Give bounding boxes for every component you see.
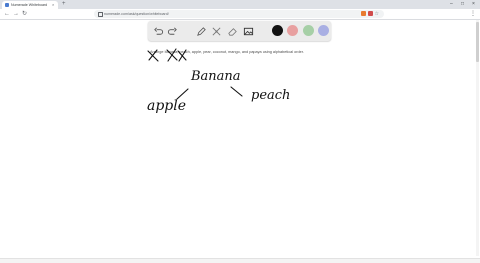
numerade-favicon-icon bbox=[5, 3, 9, 7]
lock-icon bbox=[98, 12, 103, 17]
right-branch-line bbox=[230, 86, 243, 97]
forward-button[interactable]: → bbox=[13, 10, 19, 18]
undo-icon[interactable] bbox=[152, 25, 164, 37]
back-button[interactable]: ← bbox=[4, 10, 10, 18]
image-icon[interactable] bbox=[242, 25, 254, 37]
eraser-icon[interactable] bbox=[226, 25, 238, 37]
bottom-edge bbox=[0, 258, 480, 263]
extension-icon[interactable] bbox=[368, 11, 373, 16]
color-swatch-black[interactable] bbox=[272, 25, 283, 36]
question-text: Arrange banana, peach, apple, pear, coco… bbox=[150, 50, 304, 54]
redo-icon[interactable] bbox=[166, 25, 178, 37]
color-swatch-pink[interactable] bbox=[287, 25, 298, 36]
tab-strip: Numerade Whiteboard × + – □ × bbox=[0, 0, 480, 9]
color-swatch-blue[interactable] bbox=[318, 25, 329, 36]
bookmark-star-icon[interactable]: ☆ bbox=[375, 10, 379, 18]
handwritten-left-word: apple bbox=[147, 98, 187, 114]
browser-menu-icon[interactable]: ⋮ bbox=[470, 9, 476, 19]
handwritten-right-word: peach bbox=[251, 88, 291, 103]
tab-title: Numerade Whiteboard bbox=[11, 3, 48, 7]
browser-tab[interactable]: Numerade Whiteboard × bbox=[2, 1, 58, 9]
new-tab-button[interactable]: + bbox=[62, 1, 66, 8]
handwritten-root-word: Banana bbox=[191, 69, 241, 84]
close-window-button[interactable]: × bbox=[472, 1, 475, 8]
maximize-button[interactable]: □ bbox=[461, 1, 464, 8]
color-swatch-green[interactable] bbox=[303, 25, 314, 36]
pen-icon[interactable] bbox=[195, 25, 207, 37]
tools-icon[interactable] bbox=[210, 25, 222, 37]
whiteboard-toolbar bbox=[148, 21, 331, 41]
url-text[interactable]: numerade.com/ask/question/whiteboard/ bbox=[104, 10, 169, 18]
browser-toolbar: ← → ↻ numerade.com/ask/question/whiteboa… bbox=[0, 9, 480, 20]
extension-icon[interactable] bbox=[361, 11, 366, 16]
reload-button[interactable]: ↻ bbox=[22, 10, 27, 18]
scrollbar-thumb[interactable] bbox=[476, 22, 479, 62]
address-bar[interactable]: numerade.com/ask/question/whiteboard/ ☆ bbox=[94, 10, 384, 18]
tab-close-icon[interactable]: × bbox=[52, 1, 54, 9]
minimize-button[interactable]: – bbox=[450, 1, 453, 8]
